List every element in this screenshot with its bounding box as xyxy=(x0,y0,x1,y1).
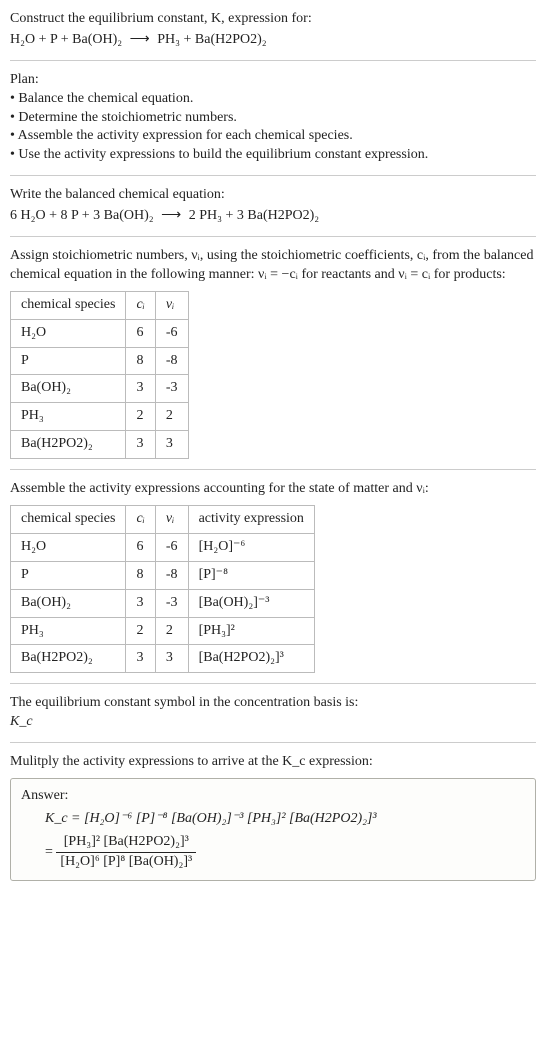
plan-item: • Determine the stoichiometric numbers. xyxy=(10,109,536,128)
cell-c: 3 xyxy=(126,645,155,673)
cell-v: -6 xyxy=(155,533,188,561)
cell-activity: [Ba(H2PO2)₂]³ xyxy=(188,645,314,673)
cell-activity: [H₂O]⁻⁶ xyxy=(188,533,314,561)
cell-species: H₂O xyxy=(11,533,126,561)
cell-species: Ba(H2PO2)₂ xyxy=(11,645,126,673)
cell-activity: [PH₃]² xyxy=(188,617,314,645)
balanced-equation: 6 H₂O + 8 P + 3 Ba(OH)₂ ⟶ 2 PH₃ + 3 Ba(H… xyxy=(10,207,536,226)
multiply-heading: Mulitply the activity expressions to arr… xyxy=(10,753,536,772)
cell-c: 6 xyxy=(126,319,155,347)
cell-species: Ba(OH)₂ xyxy=(11,375,126,403)
table-row: Ba(OH)₂ 3 -3 xyxy=(11,375,189,403)
col-v: νᵢ xyxy=(155,506,188,534)
cell-c: 2 xyxy=(126,617,155,645)
cell-c: 3 xyxy=(126,431,155,459)
col-species: chemical species xyxy=(11,291,126,319)
plan-list: • Balance the chemical equation. • Deter… xyxy=(10,90,536,166)
cell-species: Ba(OH)₂ xyxy=(11,589,126,617)
table-row: Ba(H2PO2)₂ 3 3 xyxy=(11,431,189,459)
cell-species: PH₃ xyxy=(11,617,126,645)
cell-c: 2 xyxy=(126,403,155,431)
answer-line1: K_c = [H₂O]⁻⁶ [P]⁻⁸ [Ba(OH)₂]⁻³ [PH₃]² [… xyxy=(45,811,377,826)
balanced-eq-rhs: 2 PH₃ + 3 Ba(H2PO2)₂ xyxy=(189,208,319,223)
cell-v: -3 xyxy=(155,375,188,403)
table-row: Ba(H2PO2)₂ 3 3 [Ba(H2PO2)₂]³ xyxy=(11,645,315,673)
cell-c: 8 xyxy=(126,561,155,589)
cell-v: 2 xyxy=(155,403,188,431)
cell-c: 3 xyxy=(126,375,155,403)
plan-item: • Assemble the activity expression for e… xyxy=(10,127,536,146)
balanced-eq-lhs: 6 H₂O + 8 P + 3 Ba(OH)₂ xyxy=(10,208,154,223)
intro-eq-lhs: H₂O + P + Ba(OH)₂ xyxy=(10,32,122,47)
intro-equation: H₂O + P + Ba(OH)₂ ⟶ PH₃ + Ba(H2PO2)₂ xyxy=(10,31,536,50)
table-row: P 8 -8 xyxy=(11,347,189,375)
arrow-icon: ⟶ xyxy=(126,32,154,47)
cell-v: -6 xyxy=(155,319,188,347)
balanced-heading: Write the balanced chemical equation: xyxy=(10,186,536,205)
divider xyxy=(10,683,536,684)
cell-v: -3 xyxy=(155,589,188,617)
intro-eq-rhs: PH₃ + Ba(H2PO2)₂ xyxy=(157,32,266,47)
cell-v: 3 xyxy=(155,645,188,673)
cell-v: 3 xyxy=(155,431,188,459)
cell-species: P xyxy=(11,347,126,375)
col-c: cᵢ xyxy=(126,506,155,534)
fraction-denominator: [H₂O]⁶ [P]⁸ [Ba(OH)₂]³ xyxy=(56,853,196,872)
divider xyxy=(10,60,536,61)
activity-heading: Assemble the activity expressions accoun… xyxy=(10,480,536,499)
divider xyxy=(10,175,536,176)
col-species: chemical species xyxy=(11,506,126,534)
answer-fraction: [PH₃]² [Ba(H2PO2)₂]³ [H₂O]⁶ [P]⁸ [Ba(OH)… xyxy=(56,833,196,872)
cell-activity: [P]⁻⁸ xyxy=(188,561,314,589)
answer-label: Answer: xyxy=(21,787,525,806)
answer-expression: K_c = [H₂O]⁻⁶ [P]⁻⁸ [Ba(OH)₂]⁻³ [PH₃]² [… xyxy=(21,810,525,829)
plan-item: • Use the activity expressions to build … xyxy=(10,146,536,165)
table-row: Ba(OH)₂ 3 -3 [Ba(OH)₂]⁻³ xyxy=(11,589,315,617)
answer-eq-prefix: = xyxy=(45,844,56,859)
fraction-numerator: [PH₃]² [Ba(H2PO2)₂]³ xyxy=(56,833,196,853)
plan-item-text: Use the activity expressions to build th… xyxy=(18,147,428,162)
cell-species: H₂O xyxy=(11,319,126,347)
stoich-heading: Assign stoichiometric numbers, νᵢ, using… xyxy=(10,247,536,285)
table-row: H₂O 6 -6 xyxy=(11,319,189,347)
answer-fraction-line: = [PH₃]² [Ba(H2PO2)₂]³ [H₂O]⁶ [P]⁸ [Ba(O… xyxy=(21,833,525,872)
plan-item-text: Determine the stoichiometric numbers. xyxy=(18,110,237,125)
stoich-table: chemical species cᵢ νᵢ H₂O 6 -6 P 8 -8 B… xyxy=(10,291,189,459)
cell-activity: [Ba(OH)₂]⁻³ xyxy=(188,589,314,617)
col-c: cᵢ xyxy=(126,291,155,319)
plan-heading: Plan: xyxy=(10,71,536,90)
table-header-row: chemical species cᵢ νᵢ activity expressi… xyxy=(11,506,315,534)
cell-species: Ba(H2PO2)₂ xyxy=(11,431,126,459)
plan-item: • Balance the chemical equation. xyxy=(10,90,536,109)
col-v: νᵢ xyxy=(155,291,188,319)
symbol-line1: The equilibrium constant symbol in the c… xyxy=(10,694,536,713)
cell-c: 8 xyxy=(126,347,155,375)
table-header-row: chemical species cᵢ νᵢ xyxy=(11,291,189,319)
symbol-kc: K_c xyxy=(10,713,536,732)
col-activity: activity expression xyxy=(188,506,314,534)
plan-item-text: Balance the chemical equation. xyxy=(18,91,193,106)
divider xyxy=(10,469,536,470)
cell-c: 6 xyxy=(126,533,155,561)
cell-c: 3 xyxy=(126,589,155,617)
cell-v: -8 xyxy=(155,561,188,589)
table-row: H₂O 6 -6 [H₂O]⁻⁶ xyxy=(11,533,315,561)
cell-species: PH₃ xyxy=(11,403,126,431)
table-row: PH₃ 2 2 xyxy=(11,403,189,431)
activity-table: chemical species cᵢ νᵢ activity expressi… xyxy=(10,505,315,673)
cell-v: 2 xyxy=(155,617,188,645)
intro-line1: Construct the equilibrium constant, K, e… xyxy=(10,10,536,29)
divider xyxy=(10,742,536,743)
table-row: PH₃ 2 2 [PH₃]² xyxy=(11,617,315,645)
plan-item-text: Assemble the activity expression for eac… xyxy=(18,128,353,143)
answer-box: Answer: K_c = [H₂O]⁻⁶ [P]⁻⁸ [Ba(OH)₂]⁻³ … xyxy=(10,778,536,881)
cell-species: P xyxy=(11,561,126,589)
arrow-icon: ⟶ xyxy=(157,208,185,223)
table-row: P 8 -8 [P]⁻⁸ xyxy=(11,561,315,589)
cell-v: -8 xyxy=(155,347,188,375)
divider xyxy=(10,236,536,237)
